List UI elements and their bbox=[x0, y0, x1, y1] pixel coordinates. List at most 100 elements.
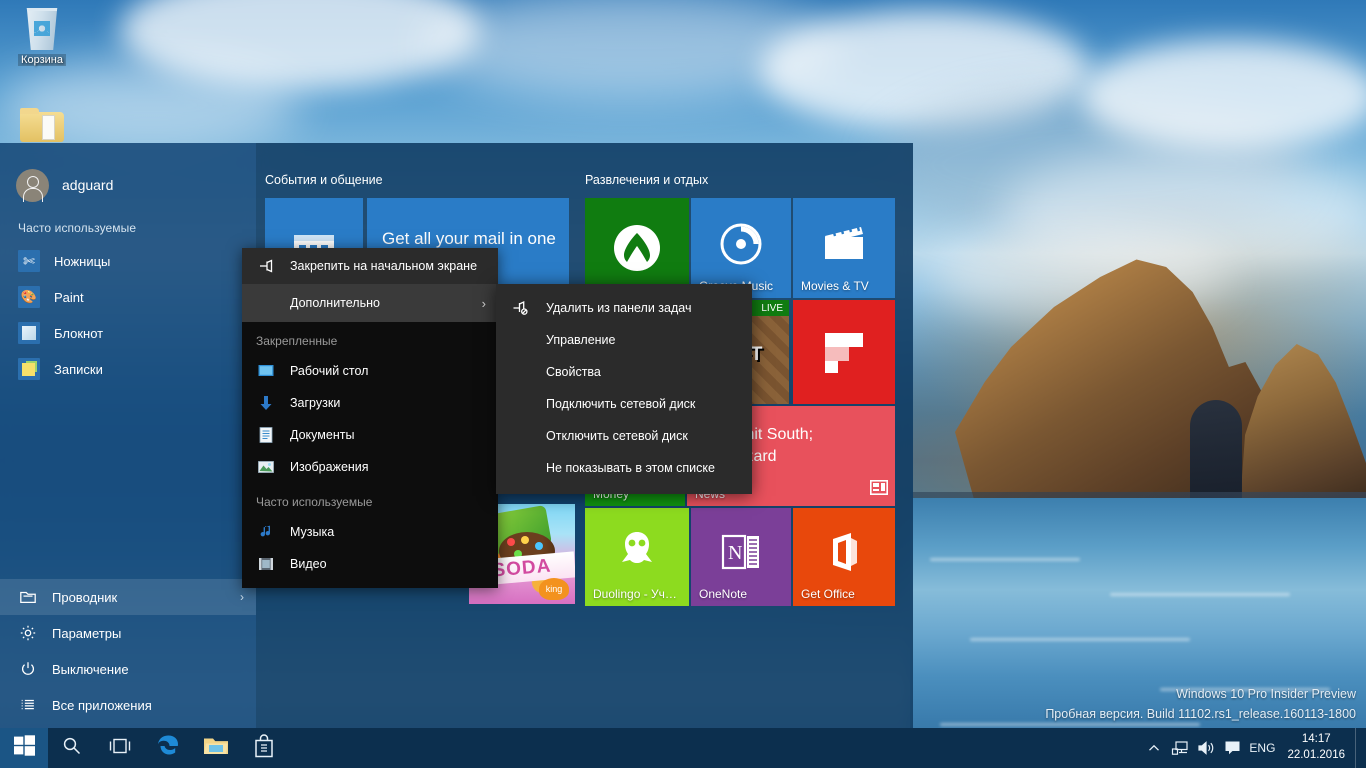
spacer-icon bbox=[256, 294, 276, 312]
tile-movies-tv[interactable]: Movies & TV bbox=[793, 198, 895, 298]
start-button[interactable] bbox=[0, 728, 48, 768]
flipboard-icon bbox=[793, 300, 895, 404]
clock-time: 14:17 bbox=[1287, 732, 1345, 748]
tile-xbox[interactable]: Xbox bbox=[585, 198, 689, 298]
context-menu-item-video[interactable]: Видео bbox=[242, 548, 498, 580]
submenu-item-manage[interactable]: Управление bbox=[496, 324, 752, 356]
submenu-item-label: Свойства bbox=[546, 365, 601, 379]
app-item-paint[interactable]: Paint bbox=[0, 279, 256, 315]
submenu-item-disconnect-network-drive[interactable]: Отключить сетевой диск bbox=[496, 420, 752, 452]
show-desktop-button[interactable] bbox=[1355, 728, 1362, 768]
candy-dot bbox=[521, 536, 529, 544]
context-menu-item-label: Закрепить на начальном экране bbox=[290, 259, 477, 273]
downloads-arrow-icon bbox=[256, 394, 276, 412]
pin-icon bbox=[256, 257, 276, 275]
app-item-scissors[interactable]: Ножницы bbox=[0, 243, 256, 279]
tile-flipboard[interactable] bbox=[793, 300, 895, 404]
onenote-icon: N bbox=[691, 508, 791, 606]
taskbar-store-button[interactable] bbox=[240, 728, 288, 768]
chevron-right-icon: › bbox=[482, 296, 486, 311]
system-tray: ENG 14:17 22.01.2016 bbox=[1141, 728, 1366, 768]
context-menu-item-label: Дополнительно bbox=[290, 296, 380, 310]
context-menu-item-pictures[interactable]: Изображения bbox=[242, 451, 498, 483]
app-label: Paint bbox=[54, 290, 84, 305]
context-menu-item-music[interactable]: Музыка bbox=[242, 516, 498, 548]
volume-icon[interactable] bbox=[1193, 728, 1219, 768]
tile-mail-text: Get all your mail in one bbox=[382, 228, 556, 249]
submenu-item-hide-from-list[interactable]: Не показывать в этом списке bbox=[496, 452, 752, 484]
context-menu-top-section: Закрепить на начальном экране Дополнител… bbox=[242, 248, 498, 322]
user-name: adguard bbox=[62, 177, 113, 193]
context-menu-item-label: Видео bbox=[290, 557, 327, 571]
submenu-item-label: Управление bbox=[546, 333, 616, 347]
tile-get-office[interactable]: Get Office bbox=[793, 508, 895, 606]
spacer-icon bbox=[510, 459, 530, 477]
scissors-icon bbox=[18, 250, 40, 272]
rock-formation-secondary bbox=[1240, 330, 1366, 505]
submenu-item-map-network-drive[interactable]: Подключить сетевой диск bbox=[496, 388, 752, 420]
watermark-line-2: Пробная версия. Build 11102.rs1_release.… bbox=[1045, 705, 1356, 724]
avatar bbox=[16, 169, 49, 202]
start-menu-left-panel: adguard Часто используемые Ножницы Paint… bbox=[0, 143, 256, 733]
app-item-sticky-notes[interactable]: Записки bbox=[0, 351, 256, 387]
spacer-icon bbox=[510, 363, 530, 381]
news-badge-icon bbox=[870, 480, 888, 500]
sidebar-item-power[interactable]: Выключение bbox=[0, 651, 256, 687]
language-indicator[interactable]: ENG bbox=[1245, 728, 1279, 768]
candy-dot bbox=[535, 542, 543, 550]
submenu-item-unpin-from-taskbar[interactable]: Удалить из панели задач bbox=[496, 292, 752, 324]
notepad-icon bbox=[18, 322, 40, 344]
sidebar-item-settings[interactable]: Параметры bbox=[0, 615, 256, 651]
context-menu-item-pin-to-start[interactable]: Закрепить на начальном экране bbox=[242, 248, 498, 284]
context-menu-item-label: Документы bbox=[290, 428, 354, 442]
context-menu-item-desktop[interactable]: Рабочий стол bbox=[242, 355, 498, 387]
wave bbox=[1110, 593, 1290, 596]
desktop-icon-folder[interactable] bbox=[4, 108, 80, 142]
music-note-icon bbox=[256, 523, 276, 541]
desktop-icon-label: Корзина bbox=[18, 54, 66, 66]
sidebar-item-label: Все приложения bbox=[52, 698, 152, 713]
app-item-notepad[interactable]: Блокнот bbox=[0, 315, 256, 351]
paint-palette-icon bbox=[18, 286, 40, 308]
movies-clapperboard-icon bbox=[793, 198, 895, 298]
tile-duolingo[interactable]: Duolingo - Уч… bbox=[585, 508, 689, 606]
tile-group-title-entertainment: Развлечения и отдых bbox=[585, 173, 708, 187]
taskbar-search-button[interactable] bbox=[48, 728, 96, 768]
svg-text:N: N bbox=[728, 542, 742, 564]
wave bbox=[930, 558, 1080, 561]
context-menu-item-label: Загрузки bbox=[290, 396, 340, 410]
context-menu-item-downloads[interactable]: Загрузки bbox=[242, 387, 498, 419]
unpin-icon bbox=[510, 299, 530, 317]
folder-icon bbox=[203, 735, 229, 762]
sticky-notes-icon bbox=[18, 358, 40, 380]
context-menu-item-label: Изображения bbox=[290, 460, 369, 474]
tile-onenote[interactable]: N OneNote bbox=[691, 508, 791, 606]
taskbar-file-explorer-button[interactable] bbox=[192, 728, 240, 768]
taskbar: ENG 14:17 22.01.2016 bbox=[0, 728, 1366, 768]
cloud-shape bbox=[1080, 40, 1366, 150]
context-menu[interactable]: Закрепить на начальном экране Дополнител… bbox=[242, 248, 498, 588]
tile-groove-music[interactable]: Groove Music bbox=[691, 198, 791, 298]
sidebar-item-all-apps[interactable]: Все приложения bbox=[0, 687, 256, 723]
app-label: Блокнот bbox=[54, 326, 103, 341]
submenu-item-properties[interactable]: Свойства bbox=[496, 356, 752, 388]
context-menu-item-documents[interactable]: Документы bbox=[242, 419, 498, 451]
show-hidden-icons-button[interactable] bbox=[1141, 728, 1167, 768]
clock-date: 22.01.2016 bbox=[1287, 748, 1345, 764]
context-menu-frequent-header: Часто используемые bbox=[242, 483, 498, 516]
clock[interactable]: 14:17 22.01.2016 bbox=[1279, 732, 1355, 763]
user-account-row[interactable]: adguard bbox=[0, 143, 256, 207]
rock-arch bbox=[1190, 400, 1242, 500]
office-icon bbox=[793, 508, 895, 606]
taskbar-task-view-button[interactable] bbox=[96, 728, 144, 768]
context-menu-item-more[interactable]: Дополнительно › bbox=[242, 284, 498, 322]
context-submenu[interactable]: Удалить из панели задач Управление Свойс… bbox=[496, 284, 752, 494]
sidebar-item-file-explorer[interactable]: Проводник › bbox=[0, 579, 256, 615]
context-menu-item-label: Рабочий стол bbox=[290, 364, 368, 378]
folder-icon bbox=[20, 108, 64, 142]
desktop-icon-recycle-bin[interactable]: Корзина bbox=[4, 8, 80, 68]
network-icon[interactable] bbox=[1167, 728, 1193, 768]
taskbar-edge-button[interactable] bbox=[144, 728, 192, 768]
action-center-icon[interactable] bbox=[1219, 728, 1245, 768]
context-menu-item-label: Музыка bbox=[290, 525, 334, 539]
